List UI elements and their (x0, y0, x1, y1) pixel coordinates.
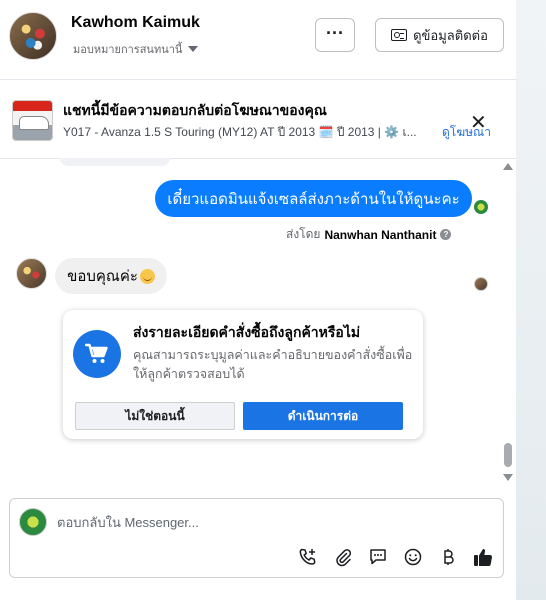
reply-input[interactable] (57, 508, 477, 536)
contact-info-label: ดูข้อมูลติดต่อ (413, 27, 488, 43)
window-background-strip (516, 0, 546, 600)
ad-banner-subtitle: Y017 - Avanza 1.5 S Touring (MY12) AT ปี… (63, 125, 417, 139)
ad-thumbnail (12, 100, 53, 141)
contact-name[interactable]: Kawhom Kaimuk (71, 14, 200, 32)
contact-avatar[interactable] (9, 12, 57, 60)
close-icon[interactable]: ✕ (470, 110, 487, 135)
send-order-details-card: ส่งรายละเอียดคำสั่งซื้อถึงลูกค้าหรือไม่ … (63, 310, 423, 439)
previous-message-bubble (60, 158, 170, 166)
outgoing-message[interactable]: เดี๋ยวแอดมินแจ้งเซลล์ส่งภาะด้านในให้ดูนะ… (155, 180, 472, 217)
assign-label: มอบหมายการสนทนานี้ (73, 44, 183, 56)
call-add-icon[interactable] (290, 545, 325, 569)
page-avatar (19, 508, 47, 536)
info-icon[interactable]: ? (440, 229, 452, 240)
incoming-message-text: ขอบคุณค่ะ (67, 268, 138, 285)
ad-banner-title: แชทนี้มีข้อความตอบกลับต่อโฆษณาของคุณ (63, 102, 327, 118)
chevron-down-icon (188, 46, 199, 52)
incoming-message[interactable]: ขอบคุณค่ะ (55, 258, 167, 294)
chat-panel: Kawhom Kaimuk มอบหมายการสนทนานี้ ··· ดูข… (0, 0, 516, 600)
saved-replies-icon[interactable] (360, 545, 395, 569)
thumbs-up-icon[interactable] (465, 545, 500, 569)
assign-conversation-dropdown[interactable]: มอบหมายการสนทนานี้ (73, 40, 199, 58)
not-now-button[interactable]: ไม่ใช่ตอนนี้ (75, 402, 235, 430)
chat-header: Kawhom Kaimuk มอบหมายการสนทนานี้ ··· ดูข… (0, 0, 516, 80)
shopping-cart-icon (73, 330, 121, 378)
smile-emoji-icon (139, 268, 155, 284)
payment-baht-icon[interactable] (430, 545, 465, 569)
message-composer (9, 498, 504, 578)
read-receipt-avatar (474, 277, 488, 291)
order-card-title: ส่งรายละเอียดคำสั่งซื้อถึงลูกค้าหรือไม่ (133, 324, 361, 340)
seen-avatar (474, 200, 488, 214)
composer-toolbar (290, 545, 500, 569)
continue-button[interactable]: ดำเนินการต่อ (243, 402, 403, 430)
contact-card-icon (391, 29, 408, 41)
ad-reply-banner: แชทนี้มีข้อความตอบกลับต่อโฆษณาของคุณ Y01… (0, 81, 516, 159)
order-card-description: คุณสามารถระบุมูลค่าและคำอธิบายของคำสั่งซ… (133, 348, 413, 381)
attachment-icon[interactable] (325, 545, 360, 569)
scroll-up-arrow[interactable] (503, 163, 513, 170)
sender-avatar (16, 258, 47, 289)
scrollbar-thumb[interactable] (504, 443, 512, 467)
sent-by-prefix: ส่งโดย (286, 227, 321, 241)
scroll-down-arrow[interactable] (503, 474, 513, 481)
emoji-icon[interactable] (395, 545, 430, 569)
more-options-button[interactable]: ··· (315, 18, 355, 52)
view-contact-info-button[interactable]: ดูข้อมูลติดต่อ (375, 18, 504, 52)
sent-by-line: ส่งโดย Nanwhan Nanthanit ? (286, 225, 452, 244)
sent-by-name: Nanwhan Nanthanit (324, 227, 437, 242)
